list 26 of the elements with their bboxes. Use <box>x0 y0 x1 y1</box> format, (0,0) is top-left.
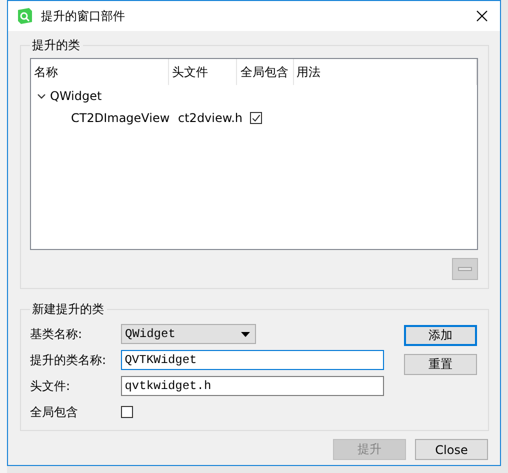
app-icon <box>17 8 33 24</box>
base-class-dropdown[interactable]: QWidget <box>121 324 256 344</box>
tree-cell-text: ct2dview.h <box>177 111 244 125</box>
column-header[interactable]: 全局包含 <box>237 59 294 85</box>
caret-icon <box>37 92 46 100</box>
field-label: 头文件: <box>30 378 72 394</box>
field-label: 全局包含 <box>30 404 79 420</box>
group-title: 新建提升的类 <box>30 301 107 318</box>
dialog-button[interactable]: Close <box>415 439 488 460</box>
checkbox[interactable] <box>121 406 133 418</box>
group-title: 提升的类 <box>30 37 83 54</box>
tree-item[interactable]: CT2DImageView <box>31 111 175 125</box>
window-title: 提升的窗口部件 <box>41 8 126 24</box>
column-header[interactable]: 用法 <box>294 59 477 85</box>
input-field[interactable]: QVTKWidget <box>120 350 384 370</box>
column-header[interactable]: 头文件 <box>168 59 238 85</box>
field-label: 基类名称: <box>30 326 84 342</box>
dropdown-arrow-icon <box>241 332 250 336</box>
minus-icon <box>458 267 472 271</box>
column-header[interactable]: 名称 <box>31 59 169 85</box>
dialog-button[interactable]: 添加 <box>404 325 477 346</box>
dialog-button[interactable]: 重置 <box>404 354 477 375</box>
field-label: 提升的类名称: <box>30 352 108 368</box>
checkbox[interactable] <box>250 112 262 124</box>
tree-item[interactable]: QWidget <box>31 89 105 103</box>
input-field[interactable]: qvtkwidget.h <box>120 376 384 396</box>
